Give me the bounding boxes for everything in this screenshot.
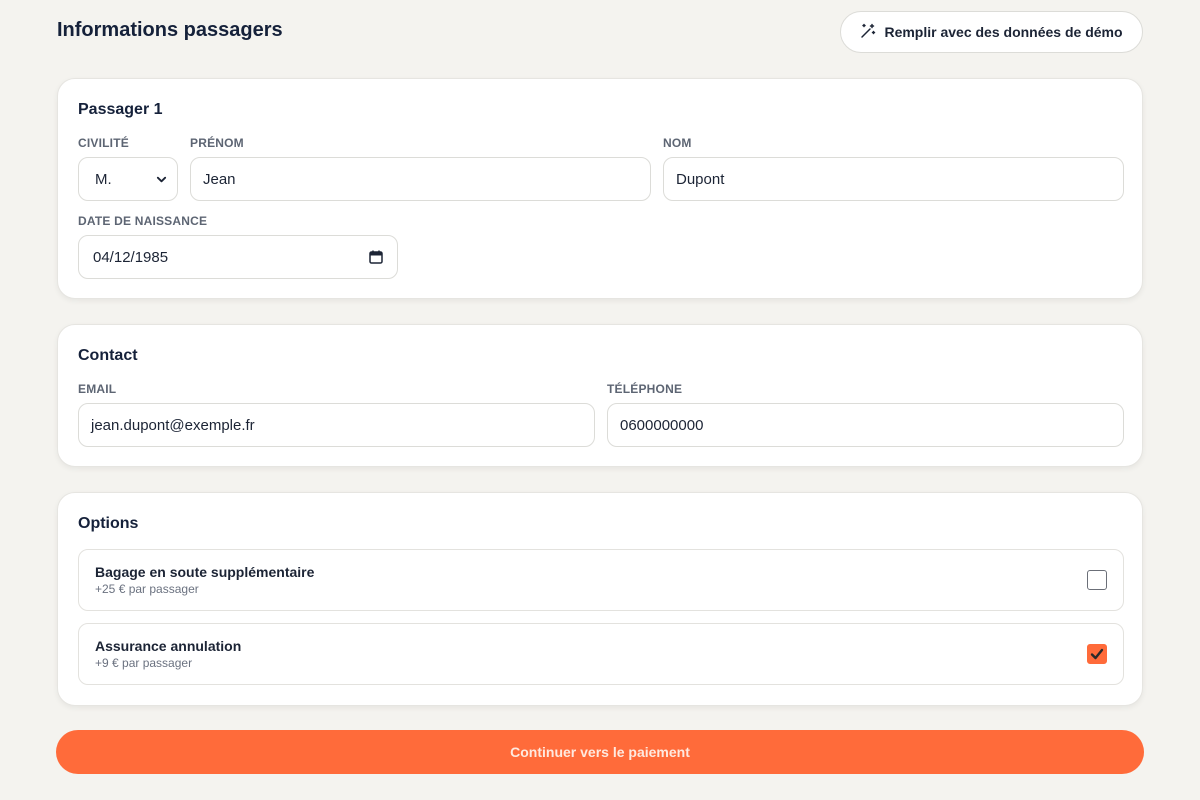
options-card: Options Bagage en soute supplémentaire +… [57, 492, 1143, 706]
firstname-input[interactable]: Jean [190, 157, 651, 201]
checkmark-icon [1090, 648, 1104, 660]
phone-input-value: 0600000000 [620, 416, 704, 434]
civility-select-value: M. [95, 170, 112, 188]
lastname-label: NOM [663, 136, 692, 150]
fill-demo-button-label: Remplir avec des données de démo [884, 24, 1123, 40]
page-title: Informations passagers [57, 19, 283, 41]
phone-input[interactable]: 0600000000 [607, 403, 1124, 447]
firstname-input-value: Jean [203, 170, 236, 188]
option-price: +25 € par passager [95, 582, 199, 596]
cancellation-insurance-checkbox[interactable] [1087, 644, 1107, 664]
option-title: Assurance annulation [95, 638, 242, 654]
lastname-input-value: Dupont [676, 170, 725, 188]
option-extra-baggage[interactable]: Bagage en soute supplémentaire +25 € par… [78, 549, 1124, 611]
birthdate-input[interactable]: 04/12/1985 [78, 235, 398, 279]
option-cancellation-insurance[interactable]: Assurance annulation +9 € par passager [78, 623, 1124, 685]
magic-wand-icon [860, 23, 876, 42]
civility-select[interactable]: M. [78, 157, 178, 201]
option-price: +9 € par passager [95, 656, 193, 670]
email-label: EMAIL [78, 382, 117, 396]
firstname-label: PRÉNOM [190, 136, 244, 150]
continue-to-payment-button[interactable]: Continuer vers le paiement [56, 730, 1144, 774]
options-title: Options [78, 515, 139, 532]
civility-label: CIVILITÉ [78, 136, 129, 150]
email-input[interactable]: jean.dupont@exemple.fr [78, 403, 595, 447]
passenger-title: Passager 1 [78, 101, 163, 118]
extra-baggage-checkbox[interactable] [1087, 570, 1107, 590]
lastname-input[interactable]: Dupont [663, 157, 1124, 201]
passenger-card: Passager 1 CIVILITÉ M. PRÉNOM Jean NOM D… [57, 78, 1143, 299]
contact-card: Contact EMAIL jean.dupont@exemple.fr TÉL… [57, 324, 1143, 467]
birthdate-input-value: 04/12/1985 [93, 248, 169, 266]
email-input-value: jean.dupont@exemple.fr [91, 416, 255, 434]
contact-title: Contact [78, 347, 138, 364]
birthdate-label: DATE DE NAISSANCE [78, 214, 208, 228]
option-title: Bagage en soute supplémentaire [95, 564, 315, 580]
phone-label: TÉLÉPHONE [607, 382, 683, 396]
fill-demo-button[interactable]: Remplir avec des données de démo [840, 11, 1143, 53]
calendar-icon[interactable] [369, 250, 383, 264]
chevron-down-icon [156, 176, 167, 183]
